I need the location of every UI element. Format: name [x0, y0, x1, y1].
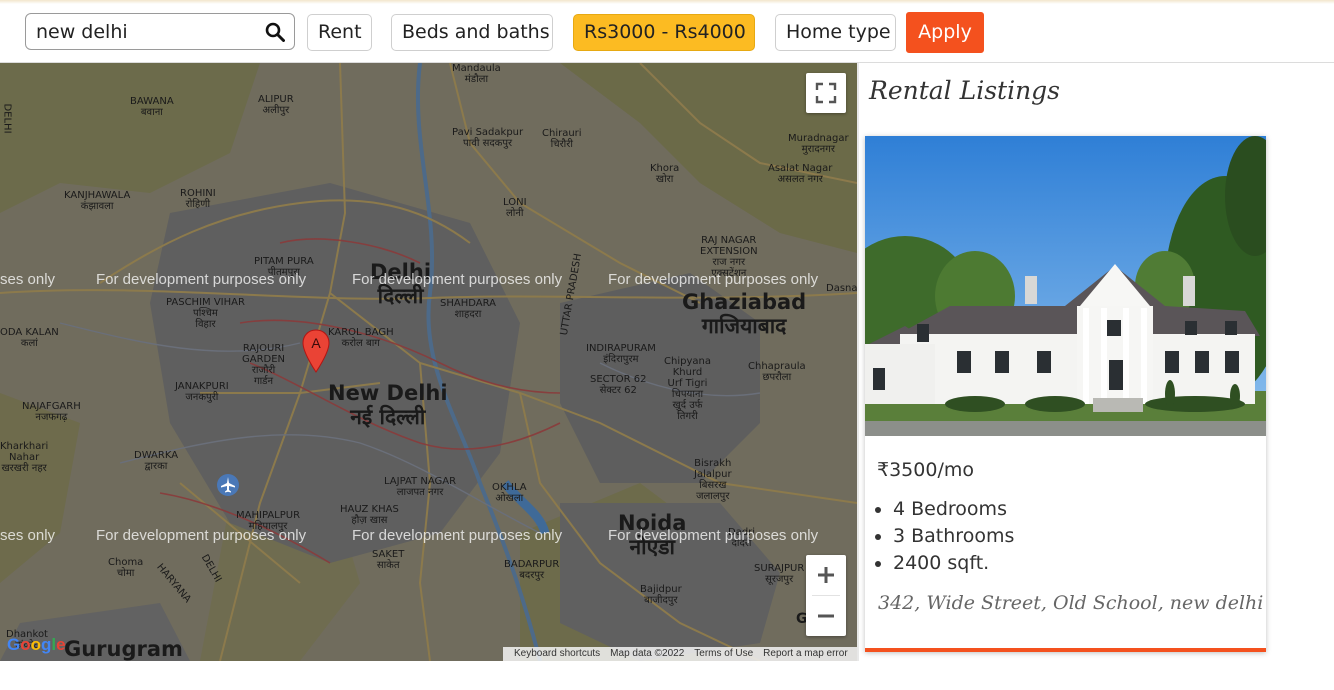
map-label-badarpur: BADARPUR बदरपुर [504, 559, 560, 581]
map-label-saket: SAKET साकेत [372, 549, 405, 571]
zoom-in-button[interactable] [806, 555, 846, 595]
fullscreen-icon [815, 82, 837, 104]
listings-title: Rental Listings [869, 76, 1061, 105]
search-icon[interactable] [265, 22, 285, 42]
map-label-karol-bagh: KAROL BAGH करोल बाग [328, 327, 394, 349]
map-marker-a[interactable]: A [302, 329, 330, 373]
airport-icon [217, 474, 239, 496]
dev-watermark: For development purposes only [352, 271, 563, 288]
map-label-chhapraula: Chhapraula छपरौला [748, 361, 806, 383]
map-label-gurugram: Gurugram [64, 637, 183, 661]
report-map-error-link[interactable]: Report a map error [763, 648, 847, 659]
map-label-rohini: ROHINI रोहिणी [180, 188, 216, 210]
google-logo: Google [7, 635, 66, 654]
map-label-shahdara: SHAHDARA शाहदरा [440, 298, 496, 320]
map-attribution: Keyboard shortcuts Map data ©2022 Terms of… [503, 647, 857, 661]
map-label-pavi-sadakpur: Pavi Sadakpur पावी सदकपुर [452, 127, 524, 149]
terms-of-use-link[interactable]: Terms of Use [694, 648, 753, 659]
dev-watermark: ses only [0, 271, 56, 288]
map-label-ghaziabad: Ghaziabad गाजियाबाद [682, 290, 807, 338]
map-marker-label: A [311, 335, 321, 351]
dev-watermark: For development purposes only [608, 527, 819, 544]
listing-features: 4 Bedrooms 3 Bathrooms 2400 sqft. [871, 496, 1014, 577]
map-label-bawana: BAWANA बवाना [130, 96, 174, 118]
map-label-delhi-border-west: DELHI [1, 103, 13, 134]
map-label-loni: LONI लोनी [503, 197, 527, 219]
map-label-najafgarh: NAJAFGARH नजफगढ़ [22, 401, 81, 423]
dev-watermark: ses only [0, 527, 56, 544]
map-label-alipur: ALIPUR अलीपुर [258, 94, 294, 116]
zoom-control [806, 555, 846, 636]
search-box[interactable] [25, 13, 295, 50]
map-label-janakpuri: JANAKPURI जनकपुरी [175, 381, 229, 403]
map-label-chipyana: Chipyana Khurd Urf Tigri चिपयाना खुर्द उ… [664, 356, 711, 422]
map-label-surajpur: SURAJPUR सूरजपुर [754, 563, 805, 585]
dev-watermark: For development purposes only [96, 271, 307, 288]
listing-area: 2400 sqft. [893, 550, 1014, 577]
zoom-out-button[interactable] [806, 596, 846, 636]
map-label-bajidpur: Bajidpur बाजीदपुर [640, 584, 682, 606]
home-type-filter-button[interactable]: Home type [775, 14, 896, 51]
listing-photo[interactable] [865, 136, 1266, 436]
apply-button[interactable]: Apply [906, 12, 984, 53]
listing-bedrooms: 4 Bedrooms [893, 496, 1014, 523]
listing-price: ₹3500/mo [877, 459, 974, 481]
map-label-kodla: ODA KALAN कलां [0, 327, 59, 349]
map-label-dwarka: DWARKA द्वारका [134, 450, 179, 472]
listing-bathrooms: 3 Bathrooms [893, 523, 1014, 550]
map-label-lajpat-nagar: LAJPAT NAGAR लाजपत नगर [384, 476, 457, 498]
fullscreen-button[interactable] [806, 73, 846, 113]
map-label-new-delhi: New Delhi नई दिल्ली [328, 381, 448, 429]
price-range-filter-button[interactable]: Rs3000 - Rs4000 [573, 14, 755, 51]
keyboard-shortcuts-link[interactable]: Keyboard shortcuts [514, 648, 600, 659]
map-label-kharkhari: Kharkhari Nahar खरखरी नहर [0, 441, 49, 474]
rent-filter-button[interactable]: Rent [307, 14, 372, 51]
map-view[interactable]: Delhi दिल्ली New Delhi नई दिल्ली Ghaziabad… [0, 63, 859, 661]
map-label-mandaula: Mandaula मंडौला [452, 63, 501, 85]
map-label-khora: Khora खोरा [650, 163, 680, 185]
map-label-okhla: OKHLA ओखला [492, 482, 527, 504]
map-label-chirauri: Chirauri चिरौरी [542, 128, 582, 150]
dev-watermark: For development purposes only [608, 271, 819, 288]
map-label-choma: Choma चोमा [108, 557, 144, 579]
search-input[interactable] [36, 18, 256, 45]
dev-watermark: For development purposes only [352, 527, 563, 544]
beds-baths-filter-button[interactable]: Beds and baths [391, 14, 553, 51]
map-data-text: Map data ©2022 [610, 648, 685, 659]
dev-watermark: For development purposes only [96, 527, 307, 544]
map-label-indirapuram: INDIRAPURAM इंदिरापुरम [586, 343, 656, 365]
map-label-sector-62: SECTOR 62 सेक्टर 62 [590, 374, 647, 396]
map-label-muradnagar: Muradnagar मुरादनगर [788, 133, 849, 155]
listing-card[interactable]: ₹3500/mo 4 Bedrooms 3 Bathrooms 2400 sqf… [865, 136, 1266, 652]
map-label-rajouri-garden: RAJOURI GARDEN राजौरी गार्डन [242, 343, 286, 387]
listing-address: 342, Wide Street, Old School, new delhi [878, 592, 1264, 614]
map-label-dasna: Dasna [826, 283, 858, 294]
house-image [865, 136, 1266, 436]
filter-toolbar: Rent Beds and baths Rs3000 - Rs4000 Home… [0, 4, 1334, 63]
map-label-kanjhawala: KANJHAWALA कंझावला [64, 190, 131, 212]
map-label-bisrakh: Bisrakh Jalalpur बिसरख जलालपुर [694, 458, 732, 502]
map-label-asalat-nagar: Asalat Nagar असलत नगर [768, 163, 833, 185]
map-label-paschim-vihar: PASCHIM VIHAR पश्चिम विहार [166, 297, 245, 330]
map-label-hauz-khas: HAUZ KHAS हौज़ खास [340, 504, 399, 526]
